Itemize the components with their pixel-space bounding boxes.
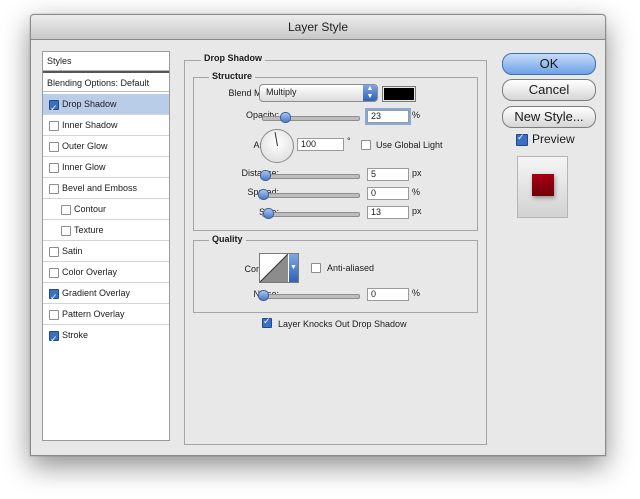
distance-unit: px — [412, 168, 422, 178]
preview-label: Preview — [532, 132, 575, 146]
style-item-label: Pattern Overlay — [62, 309, 125, 319]
noise-slider-thumb[interactable] — [258, 290, 269, 301]
style-item-outer-glow[interactable]: Outer Glow — [43, 136, 169, 157]
style-item-label: Color Overlay — [62, 267, 118, 277]
style-item-label: Inner Shadow — [62, 120, 118, 130]
size-slider-thumb[interactable] — [262, 208, 274, 219]
anti-aliased-label: Anti-aliased — [327, 263, 375, 273]
distance-input[interactable]: 5 — [367, 168, 409, 181]
blending-options-item[interactable]: Blending Options: Default — [43, 71, 169, 92]
quality-title: Quality — [209, 234, 246, 244]
size-slider[interactable] — [262, 208, 360, 219]
contour-picker[interactable]: ▼ — [259, 253, 299, 283]
preview-checkbox[interactable] — [516, 132, 528, 146]
dialog-title: Layer Style — [31, 15, 605, 40]
drop-shadow-title: Drop Shadow — [201, 53, 265, 63]
bevel-emboss-checkbox[interactable] — [49, 184, 59, 194]
style-item-drop-shadow[interactable]: Drop Shadow — [43, 94, 169, 119]
spread-input[interactable]: 0 — [367, 187, 409, 200]
style-item-label: Bevel and Emboss — [62, 183, 138, 193]
style-item-label: Outer Glow — [62, 141, 108, 151]
style-item-color-overlay[interactable]: Color Overlay — [43, 262, 169, 283]
color-overlay-checkbox[interactable] — [49, 268, 59, 278]
style-item-inner-glow[interactable]: Inner Glow — [43, 157, 169, 178]
texture-checkbox[interactable] — [61, 226, 71, 236]
size-input[interactable]: 13 — [367, 206, 409, 219]
stroke-checkbox[interactable] — [49, 329, 59, 350]
distance-slider[interactable] — [259, 170, 360, 181]
knockout-checkbox[interactable] — [262, 316, 272, 328]
new-style-button[interactable]: New Style... — [502, 106, 596, 128]
gradient-overlay-checkbox[interactable] — [49, 287, 59, 308]
chevron-updown-icon: ▲ ▼ — [363, 85, 377, 101]
opacity-slider[interactable] — [262, 112, 360, 123]
style-item-label: Texture — [74, 225, 104, 235]
use-global-light-label: Use Global Light — [376, 140, 443, 150]
opacity-slider-thumb[interactable] — [280, 112, 292, 123]
pattern-overlay-checkbox[interactable] — [49, 310, 59, 320]
satin-checkbox[interactable] — [49, 247, 59, 257]
structure-title: Structure — [209, 71, 256, 81]
knockout-label: Layer Knocks Out Drop Shadow — [278, 319, 407, 329]
chevron-down-icon: ▼ — [289, 254, 298, 282]
noise-input[interactable]: 0 — [367, 288, 409, 301]
angle-unit: ° — [347, 136, 351, 146]
style-item-contour[interactable]: Contour — [43, 199, 169, 220]
style-item-label: Gradient Overlay — [62, 288, 131, 298]
blend-mode-select[interactable]: Multiply ▲ ▼ — [259, 84, 378, 102]
contour-checkbox[interactable] — [61, 205, 71, 215]
spread-slider[interactable] — [258, 189, 360, 200]
style-preview — [517, 156, 568, 218]
layer-style-dialog: Layer Style Styles Blending Options: Def… — [30, 14, 606, 456]
noise-slider[interactable] — [258, 290, 360, 301]
noise-unit: % — [412, 288, 421, 298]
style-item-stroke[interactable]: Stroke — [43, 325, 169, 350]
quality-group — [193, 240, 478, 313]
contour-preview-icon — [260, 254, 288, 282]
style-item-label: Drop Shadow — [62, 99, 117, 109]
styles-list: Styles Blending Options: Default Drop Sh… — [42, 51, 170, 441]
preview-swatch — [532, 174, 554, 196]
inner-shadow-checkbox[interactable] — [49, 121, 59, 131]
inner-glow-checkbox[interactable] — [49, 163, 59, 173]
styles-header[interactable]: Styles — [43, 52, 169, 71]
style-item-label: Satin — [62, 246, 83, 256]
cancel-button[interactable]: Cancel — [502, 79, 596, 101]
use-global-light-checkbox[interactable] — [361, 140, 371, 150]
opacity-unit: % — [412, 110, 421, 120]
blend-mode-value: Multiply — [266, 87, 297, 97]
style-item-satin[interactable]: Satin — [43, 241, 169, 262]
angle-dial-needle — [274, 132, 278, 147]
spread-slider-thumb[interactable] — [258, 189, 269, 200]
outer-glow-checkbox[interactable] — [49, 142, 59, 152]
style-item-inner-shadow[interactable]: Inner Shadow — [43, 115, 169, 136]
style-item-gradient-overlay[interactable]: Gradient Overlay — [43, 283, 169, 308]
style-item-label: Contour — [74, 204, 107, 214]
distance-slider-thumb[interactable] — [259, 170, 271, 181]
size-unit: px — [412, 206, 422, 216]
angle-dial[interactable] — [260, 129, 294, 163]
style-item-texture[interactable]: Texture — [43, 220, 169, 241]
style-item-label: Stroke — [62, 330, 89, 340]
spread-unit: % — [412, 187, 421, 197]
blending-options-label: Blending Options: Default — [47, 78, 150, 88]
style-item-pattern-overlay[interactable]: Pattern Overlay — [43, 304, 169, 325]
style-item-label: Inner Glow — [62, 162, 106, 172]
drop-shadow-checkbox[interactable] — [49, 98, 59, 119]
angle-input[interactable]: 100 — [297, 138, 344, 151]
ok-button[interactable]: OK — [502, 53, 596, 75]
shadow-color-swatch[interactable] — [382, 86, 416, 102]
anti-aliased-checkbox[interactable] — [311, 263, 321, 273]
opacity-input[interactable]: 23 — [365, 108, 411, 125]
style-item-bevel-emboss[interactable]: Bevel and Emboss — [43, 178, 169, 199]
